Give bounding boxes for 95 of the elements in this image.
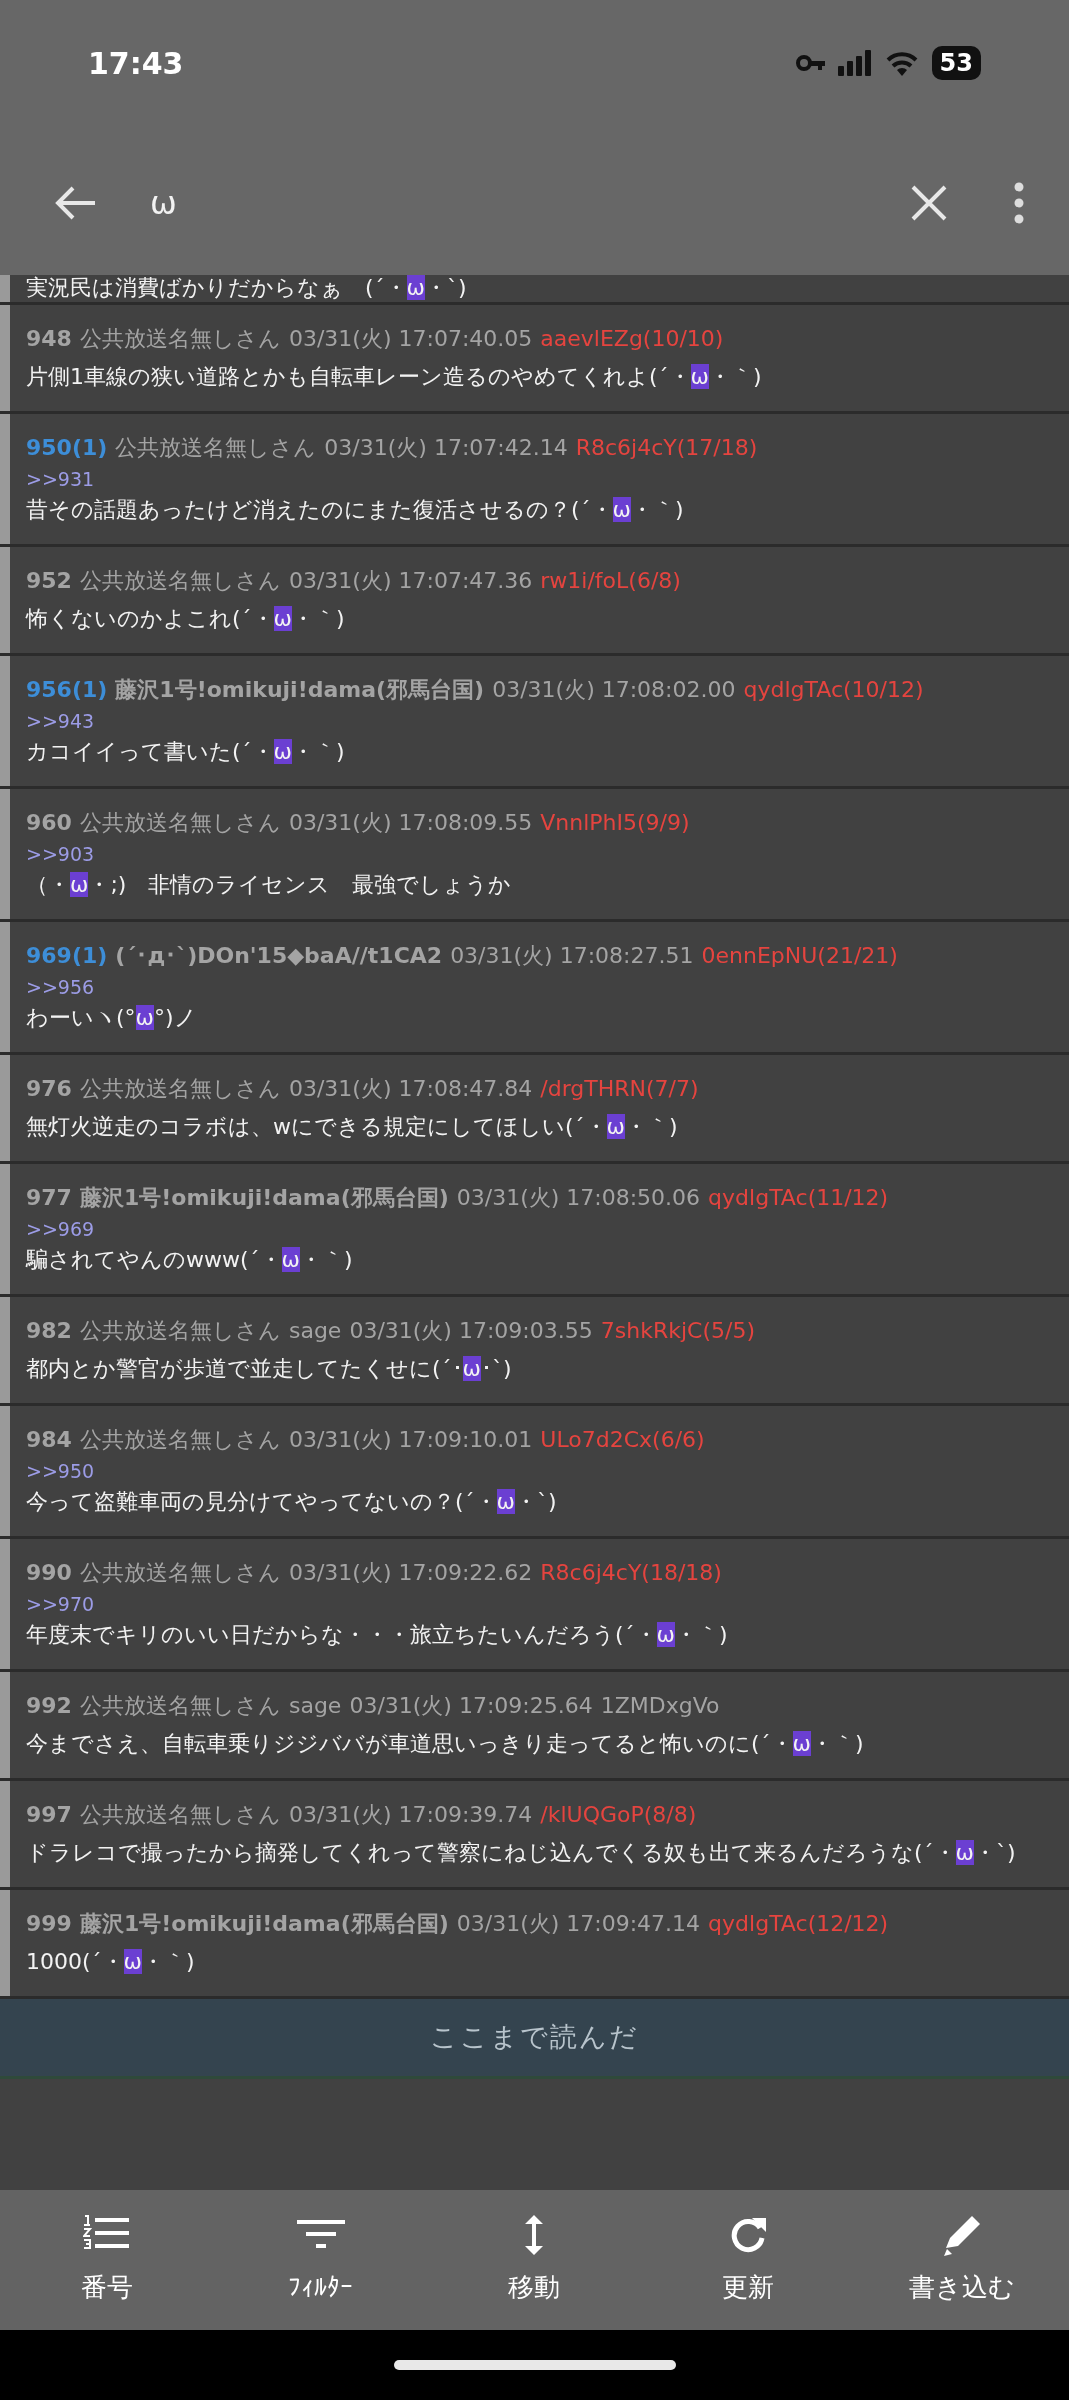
poster-id: VnnlPhI5(9/9) [540,809,690,837]
poster-name: 公共放送名無しさん [115,434,317,462]
post-number[interactable]: 976 [26,1070,72,1108]
poster-name: 藤沢1号!omikuji!dama(邪馬台国) [79,1910,449,1938]
poster-name: 公共放送名無しさん [79,1317,281,1345]
poster-id: qydlgTAc(12/12) [708,1910,889,1938]
nav-button[interactable]: 移動 [444,2213,625,2307]
poster-name: 公共放送名無しさん [79,1559,281,1587]
post-number[interactable]: 982 [26,1312,72,1350]
poster-mail: sage [288,1692,342,1720]
poster-name: 公共放送名無しさん [79,1426,281,1454]
post-number[interactable]: 956(1) [26,671,108,709]
post-body: 騙されてやんのwww(´・ω・｀) [26,1246,354,1274]
post-body: 無灯火逆走のコラボは、wにできる規定にしてほしい(´・ω・｀) [26,1113,679,1141]
post-date: 03/31(火) 17:08:50.06 [456,1184,701,1212]
search-field[interactable]: ω [150,178,889,227]
post-number[interactable]: 984 [26,1421,72,1459]
post-date: 03/31(火) 17:09:47.14 [456,1910,701,1938]
reply-link[interactable]: >>950 [26,1459,1069,1483]
poster-id: /drgTHRN(7/7) [540,1075,699,1103]
poster-mail: sage [288,1317,342,1345]
post-number[interactable]: 997 [26,1796,72,1834]
post-body: 片側1車線の狭い道路とかも自転車レーン造るのやめてくれよ(´・ω・｀) [26,363,763,391]
post-body: 年度末でキリのいい日だからな・・・旅立ちたいんだろう(´・ω・｀) [26,1621,729,1649]
signal-icon [837,50,872,76]
nav-button[interactable]: ﾌｨﾙﾀｰ [230,2213,411,2307]
post-number[interactable]: 990 [26,1554,72,1592]
battery-indicator: 53 [931,46,981,80]
poster-id: R8c6j4cY(17/18) [575,434,758,462]
post-body: 今って盗難車両の見分けてやってないの？(´・ω・`) [26,1488,558,1516]
key-icon [795,54,826,72]
nav-button[interactable]: 更新 [658,2213,839,2307]
poster-id: ULo7d2Cx(6/6) [540,1426,705,1454]
poster-name: 公共放送名無しさん [79,1692,281,1720]
poster-name: 公共放送名無しさん [79,1075,281,1103]
reply-link[interactable]: >>943 [26,709,1069,733]
post-number[interactable]: 952 [26,562,72,600]
post-date: 03/31(火) 17:09:22.62 [288,1559,533,1587]
poster-id: qydlgTAc(10/12) [743,676,924,704]
post-body: 1000(´・ω・｀) [26,1948,196,1976]
poster-id: rw1i/foL(6/8) [540,567,681,595]
post-body: 昔その話題あったけど消えたのにまた復活させるの？(´・ω・｀) [26,496,685,524]
post-date: 03/31(火) 17:07:42.14 [324,434,568,462]
poster-name: 公共放送名無しさん [79,809,281,837]
post-date: 03/31(火) 17:08:02.00 [492,676,736,704]
post-body: （・ω・;) 非情のライセンス 最強でしょうか [26,871,513,899]
close-icon [910,183,948,222]
status-time: 17:43 [88,44,184,83]
post-number[interactable]: 950(1) [26,429,108,467]
poster-name: 藤沢1号!omikuji!dama(邪馬台国) [115,676,485,704]
read-marker-bar: ここまで読んだ [0,1999,1069,2079]
poster-id: 7shkRkjC(5/5) [600,1317,755,1345]
post-body: ドラレコで撮ったから摘発してくれって警察にねじ込んでくる奴も出て来るんだろうな(´・ω・`) [26,1839,1017,1867]
post-number[interactable]: 960 [26,804,72,842]
post-number[interactable]: 992 [26,1687,72,1725]
nav-button[interactable]: 番号 [16,2213,197,2307]
post-date: 03/31(火) 17:09:03.55 [349,1317,593,1345]
post-number[interactable]: 948 [26,320,72,358]
post-body: 怖くないのかよこれ(´・ω・｀) [26,605,346,633]
poster-id: R8c6j4cY(18/18) [540,1559,722,1587]
poster-id: qydlgTAc(11/12) [708,1184,889,1212]
post-body: 実況民は消費ばかりだからなぁ (´・ω・`) [26,275,468,301]
reply-link[interactable]: >>956 [26,975,1069,999]
post-body: わーいヽ(°ω°)ノ [26,1004,198,1032]
post-date: 03/31(火) 17:09:25.64 [349,1692,593,1720]
reply-link[interactable]: >>969 [26,1217,1069,1241]
post-date: 03/31(火) 17:08:27.51 [450,942,694,970]
reply-link[interactable]: >>931 [26,467,1069,491]
more-icon [1014,181,1024,224]
post-date: 03/31(火) 17:07:40.05 [288,325,533,353]
post-date: 03/31(火) 17:07:47.36 [288,567,533,595]
post-number[interactable]: 999 [26,1905,72,1943]
poster-id: 1ZMDxgVo [600,1692,720,1720]
poster-name: 公共放送名無しさん [79,567,281,595]
poster-name: 公共放送名無しさん [79,1801,281,1829]
poster-id: /klUQGoP(8/8) [540,1801,697,1829]
poster-name: 公共放送名無しさん [79,325,281,353]
reply-link[interactable]: >>903 [26,842,1069,866]
reply-link[interactable]: >>970 [26,1592,1069,1616]
post-number[interactable]: 969(1) [26,937,108,975]
post-body: 都内とか警官が歩道で並走してたくせに(´･ω･`) [26,1355,513,1383]
post-date: 03/31(火) 17:09:39.74 [288,1801,533,1829]
poster-name: (´･д･`)DOn'15◆baA//t1CA2 [115,942,443,970]
post-date: 03/31(火) 17:09:10.01 [288,1426,533,1454]
post-number[interactable]: 977 [26,1179,72,1217]
nav-button[interactable]: 書き込む [872,2213,1053,2307]
back-arrow-icon [53,184,97,221]
post-body: カコイイって書いた(´・ω・｀) [26,738,346,766]
poster-id: 0ennEpNU(21/21) [701,942,898,970]
poster-name: 藤沢1号!omikuji!dama(邪馬台国) [79,1184,449,1212]
post-date: 03/31(火) 17:08:09.55 [288,809,533,837]
row-strip [0,275,10,302]
post-date: 03/31(火) 17:08:47.84 [288,1075,533,1103]
poster-id: aaevlEZg(10/10) [540,325,724,353]
post-body: 今までさえ、自転車乗りジジババが車道思いっきり走ってると怖いのに(´・ω・｀) [26,1730,865,1758]
